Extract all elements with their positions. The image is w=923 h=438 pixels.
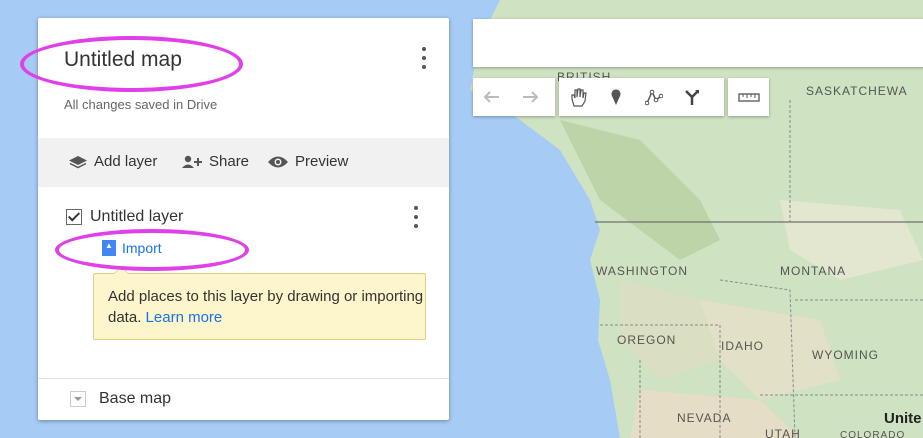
- learn-more-link[interactable]: Learn more: [146, 309, 223, 326]
- drawing-toolbar: [559, 78, 724, 116]
- redo-icon: [523, 91, 538, 103]
- draw-line-tool[interactable]: [635, 78, 673, 116]
- layer-header: Untitled layer: [66, 208, 183, 226]
- map-label-united: Unite: [884, 410, 922, 427]
- ruler-icon: [737, 93, 760, 102]
- share-label: Share: [209, 153, 250, 170]
- share-button[interactable]: Share: [181, 153, 249, 170]
- map-label-wyoming: WYOMING: [812, 348, 879, 362]
- map-label-oregon: OREGON: [617, 333, 677, 347]
- hand-icon: [571, 88, 587, 107]
- map-label-saskatchewan: SASKATCHEWA: [806, 84, 908, 98]
- layer-options-button[interactable]: [413, 206, 419, 228]
- action-bar: Add layer Share Preview: [38, 138, 449, 187]
- upload-file-icon: [102, 240, 116, 256]
- map-label-colorado: COLORADO: [840, 430, 906, 438]
- layer-name[interactable]: Untitled layer: [90, 208, 183, 226]
- preview-button[interactable]: Preview: [267, 153, 348, 170]
- measure-tool[interactable]: [728, 78, 769, 116]
- measure-toolbar: [728, 78, 769, 116]
- map-label-montana: MONTANA: [780, 264, 847, 278]
- undo-icon: [484, 91, 499, 103]
- map-label-washington: WASHINGTON: [596, 264, 689, 278]
- add-layer-button[interactable]: Add layer: [68, 153, 157, 170]
- map-label-nevada: NEVADA: [677, 411, 732, 425]
- map-options-button[interactable]: [421, 47, 427, 69]
- kebab-menu-icon: [414, 206, 418, 210]
- kebab-menu-icon: [422, 47, 426, 51]
- marker-icon: [611, 89, 621, 105]
- preview-label: Preview: [295, 153, 349, 170]
- layer-visibility-checkbox[interactable]: [66, 209, 82, 225]
- expand-icon[interactable]: [70, 391, 86, 407]
- divider: [38, 378, 449, 379]
- map-label-idaho: IDAHO: [721, 339, 765, 353]
- redo-button[interactable]: [511, 78, 549, 116]
- base-map-label: Base map: [99, 390, 172, 407]
- layer-tooltip: Add places to this layer by drawing or i…: [93, 266, 426, 340]
- map-label-utah: UTAH: [765, 427, 801, 438]
- layers-icon: [69, 155, 87, 168]
- base-map-row[interactable]: Base map: [70, 390, 171, 408]
- line-icon: [645, 89, 663, 106]
- save-status: All changes saved in Drive: [64, 97, 218, 112]
- add-layer-label: Add layer: [94, 153, 158, 170]
- add-marker-tool[interactable]: [597, 78, 635, 116]
- directions-icon: [685, 90, 699, 105]
- select-tool[interactable]: [559, 78, 597, 116]
- directions-tool[interactable]: [673, 78, 711, 116]
- map-title[interactable]: Untitled map: [64, 48, 182, 72]
- undo-button[interactable]: [473, 78, 511, 116]
- map-legend-panel: Untitled map All changes saved in Drive …: [38, 18, 449, 420]
- add-person-icon: [182, 155, 202, 168]
- history-toolbar: [473, 78, 555, 116]
- eye-icon: [268, 156, 288, 167]
- search-box[interactable]: [473, 19, 923, 67]
- import-link[interactable]: Import: [102, 240, 162, 256]
- import-label: Import: [122, 240, 162, 256]
